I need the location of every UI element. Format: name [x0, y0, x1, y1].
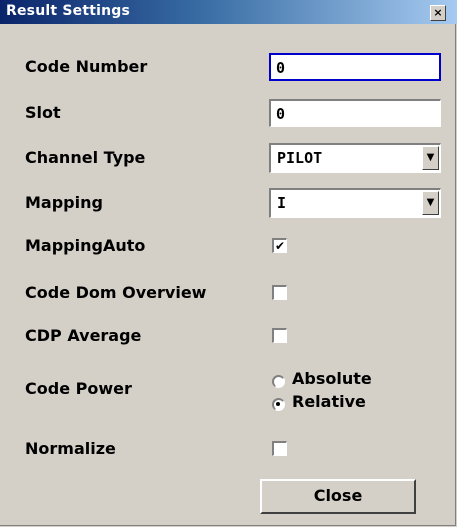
mapping-auto-checkbox[interactable]: ✔ [272, 238, 287, 253]
code-number-label: Code Number [25, 57, 148, 76]
code-power-relative-label[interactable]: Relative [292, 392, 366, 411]
cdp-average-checkbox[interactable] [272, 328, 287, 343]
close-button[interactable]: Close [260, 479, 416, 514]
mapping-value: I [277, 194, 287, 212]
chevron-down-icon[interactable]: ▼ [422, 191, 439, 215]
close-icon[interactable]: × [430, 5, 446, 21]
code-power-absolute-label[interactable]: Absolute [292, 369, 372, 388]
mapping-label: Mapping [25, 193, 103, 212]
cdp-average-label: CDP Average [25, 326, 142, 345]
slot-label: Slot [25, 103, 61, 122]
chevron-down-icon[interactable]: ▼ [422, 146, 439, 170]
mapping-auto-label: MappingAuto [25, 236, 146, 255]
code-dom-overview-label: Code Dom Overview [25, 283, 207, 302]
normalize-label: Normalize [25, 439, 116, 458]
title-bar: Result Settings × [0, 0, 457, 24]
window-title: Result Settings [6, 3, 131, 19]
channel-type-select[interactable]: PILOT ▼ [269, 143, 441, 173]
code-dom-overview-checkbox[interactable] [272, 285, 287, 300]
code-power-absolute-radio[interactable] [272, 375, 285, 388]
channel-type-value: PILOT [277, 149, 323, 167]
code-power-relative-radio[interactable] [272, 398, 285, 411]
code-power-label: Code Power [25, 379, 132, 398]
normalize-checkbox[interactable] [272, 441, 287, 456]
mapping-select[interactable]: I ▼ [269, 188, 441, 218]
result-settings-dialog: Result Settings × Code Number 0 Slot 0 C… [0, 0, 457, 526]
code-number-input[interactable]: 0 [269, 53, 441, 81]
slot-input[interactable]: 0 [269, 99, 441, 127]
channel-type-label: Channel Type [25, 148, 146, 167]
